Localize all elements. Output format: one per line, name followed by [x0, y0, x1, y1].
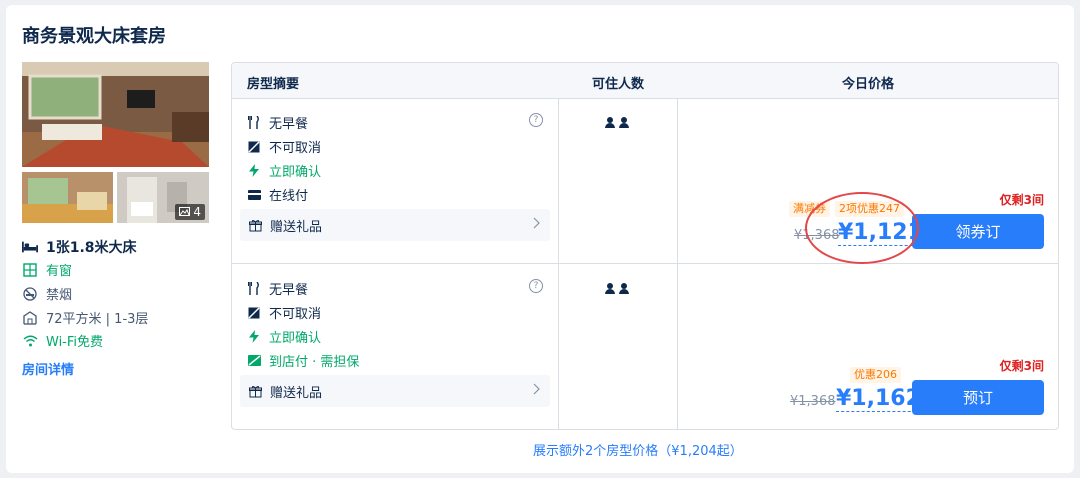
policy-text: 立即确认 [269, 165, 322, 180]
policy-text: 立即确认 [269, 331, 322, 346]
chevron-right-icon [533, 383, 540, 398]
policy-text: 在线付 [269, 189, 309, 204]
meal-icon [247, 116, 261, 129]
window-text: 有窗 [46, 264, 73, 279]
policy-text: 不可取消 [269, 141, 322, 156]
policy-confirm: 立即确认 [247, 327, 321, 346]
occupancy [605, 117, 629, 129]
rate-row: 无早餐 不可取消 立即确认 到店付 · 需担保 ? 赠送礼品 仅剩3间 优惠20… [232, 265, 1058, 429]
table-header: 房型摘要 可住人数 今日价格 [232, 63, 1058, 99]
policy-meal: 无早餐 [247, 113, 308, 132]
floor-area-icon [22, 310, 38, 325]
room-details-link[interactable]: 房间详情 [22, 359, 74, 378]
policy-text: 不可取消 [269, 307, 322, 322]
policy-text: 到店付 · 需担保 [269, 355, 360, 370]
policy-cancel: 不可取消 [247, 303, 321, 322]
room-thumb-photo[interactable] [22, 172, 113, 223]
original-price: ¥1,368 [790, 394, 836, 409]
policy-payment: 在线付 [247, 185, 308, 204]
no-cancel-icon [247, 306, 261, 319]
smoking-text: 禁烟 [46, 288, 73, 303]
gift-row[interactable]: 赠送礼品 [240, 375, 550, 407]
image-icon [179, 204, 191, 220]
rooms-left-badge: 仅剩3间 [999, 359, 1044, 373]
room-title: 商务景观大床套房 [22, 26, 166, 47]
help-icon[interactable]: ? [529, 113, 543, 127]
policy-text: 无早餐 [269, 117, 309, 132]
show-more-rates-link[interactable]: 展示额外2个房型价格（¥1,204起） [533, 440, 743, 459]
policy-confirm: 立即确认 [247, 161, 321, 180]
bed-icon [22, 241, 38, 253]
gift-icon [248, 219, 262, 232]
window-feature: 有窗 [22, 260, 72, 279]
gift-icon [248, 385, 262, 398]
chevron-right-icon [533, 217, 540, 232]
original-price: ¥1,368 [794, 228, 840, 243]
bed-text: 1张1.8米大床 [46, 240, 137, 256]
photo-count-badge: 4 [175, 204, 205, 220]
book-button[interactable]: 预订 [912, 380, 1044, 415]
header-price: 今日价格 [842, 77, 895, 92]
current-price: ¥1,121 [838, 220, 923, 246]
no-smoking-icon [22, 286, 38, 301]
person-icon [619, 117, 629, 129]
bolt-icon [247, 164, 261, 177]
policy-meal: 无早餐 [247, 279, 308, 298]
photo-count: 4 [193, 205, 201, 219]
policy-text: 无早餐 [269, 283, 309, 298]
window-icon [22, 262, 38, 277]
header-room-summary: 房型摘要 [247, 77, 300, 92]
meal-icon [247, 282, 261, 295]
bathroom-thumb-photo[interactable]: 4 [117, 172, 209, 223]
policy-payment: 到店付 · 需担保 [247, 351, 359, 370]
gift-text: 赠送礼品 [270, 219, 323, 235]
wifi-icon [22, 335, 38, 347]
area-feature: 72平方米 | 1-3层 [22, 308, 148, 327]
area-text: 72平方米 | 1-3层 [46, 312, 149, 327]
rate-table: 房型摘要 可住人数 今日价格 无早餐 不可取消 立即确认 在线付 ? 赠送礼品 … [231, 62, 1059, 430]
pay-at-hotel-icon [247, 355, 261, 366]
coupon-tag: 满减券 [789, 201, 830, 217]
person-icon [605, 283, 615, 295]
bed-feature: 1张1.8米大床 [22, 237, 137, 257]
no-cancel-icon [247, 140, 261, 153]
gift-text: 赠送礼品 [270, 385, 323, 401]
person-icon [619, 283, 629, 295]
current-price: ¥1,162 [836, 386, 921, 412]
person-icon [605, 117, 615, 129]
claim-coupon-book-button[interactable]: 领券订 [912, 214, 1044, 249]
rooms-left-badge: 仅剩3间 [999, 193, 1044, 207]
occupancy [605, 283, 629, 295]
help-icon[interactable]: ? [529, 279, 543, 293]
bolt-icon [247, 330, 261, 343]
gift-row[interactable]: 赠送礼品 [240, 209, 550, 241]
discount-tag[interactable]: 优惠206 [850, 367, 901, 383]
smoking-feature: 禁烟 [22, 284, 72, 303]
policy-cancel: 不可取消 [247, 137, 321, 156]
header-occupancy: 可住人数 [592, 77, 645, 92]
card-icon [247, 189, 261, 200]
room-main-photo[interactable] [22, 62, 209, 167]
wifi-text: Wi-Fi免费 [46, 335, 104, 350]
discount-tag[interactable]: 2项优惠247 [835, 201, 904, 217]
rate-row: 无早餐 不可取消 立即确认 在线付 ? 赠送礼品 仅剩3间 满减券 2项优惠24… [232, 99, 1058, 264]
wifi-feature: Wi-Fi免费 [22, 331, 103, 350]
